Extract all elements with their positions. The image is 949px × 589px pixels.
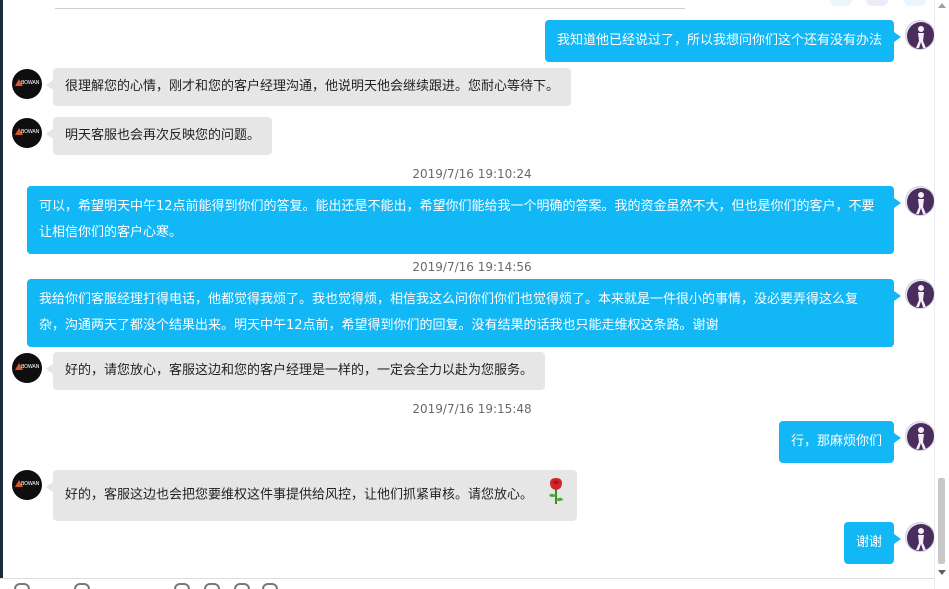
history-icon[interactable] — [262, 583, 278, 589]
outgoing-message[interactable]: 我知道他已经说过了，所以我想问你们这个还有没有办法 — [544, 20, 902, 62]
brand-text: BOWAN — [21, 80, 40, 86]
message-timestamp: 2019/7/16 19:10:24 — [412, 167, 532, 181]
emoji-icon[interactable] — [14, 583, 30, 589]
outgoing-message[interactable]: 可以，希望明天中午12点前能得到你们的答复。能出还是不能出，希望你们能给我一个明… — [27, 186, 901, 254]
person-silhouette-icon — [907, 423, 934, 450]
toolbar-icon-partial[interactable] — [904, 0, 926, 6]
agent-avatar[interactable]: BOWAN — [12, 470, 42, 500]
brand-text: BOWAN — [21, 481, 40, 487]
window-left-edge — [0, 0, 3, 589]
brand-text: BOWAN — [21, 364, 40, 370]
message-timestamp: 2019/7/16 19:14:56 — [412, 260, 532, 274]
image-icon[interactable] — [174, 583, 190, 589]
message-text: 好的，客服这边也会把您要维权这件事提供给风控，让他们抓紧审核。请您放心。 — [65, 487, 534, 503]
history-divider — [55, 8, 685, 9]
scroll-thumb[interactable] — [938, 478, 945, 564]
agent-avatar[interactable]: BOWAN — [12, 118, 42, 148]
incoming-message[interactable]: 好的，请您放心，客服这边和您的客户经理是一样的，一定会全力以赴为您服务。 — [45, 352, 546, 390]
person-silhouette-icon — [907, 281, 934, 308]
file-icon[interactable] — [204, 583, 220, 589]
chat-scrollbar[interactable] — [934, 0, 949, 589]
agent-avatar[interactable]: BOWAN — [12, 353, 42, 383]
outgoing-message[interactable]: 行，那麻烦你们 — [778, 421, 902, 463]
screenshot-icon[interactable] — [234, 583, 250, 589]
incoming-message[interactable]: 明天客服也会再次反映您的问题。 — [45, 117, 273, 155]
scroll-down-arrow-icon[interactable] — [938, 570, 946, 575]
toolbar-icon-partial[interactable] — [866, 0, 888, 6]
agent-avatar[interactable]: BOWAN — [12, 69, 42, 99]
input-toolbar — [0, 578, 935, 589]
outgoing-message[interactable]: 我给你们客服经理打得电话，他都觉得我烦了。我也觉得烦，相信我这么问你们你们也觉得… — [27, 279, 901, 347]
scroll-up-arrow-icon[interactable] — [938, 3, 946, 8]
message-timestamp: 2019/7/16 19:15:48 — [412, 402, 532, 416]
chat-history: 我知道他已经说过了，所以我想问你们这个还有没有办法 BOWAN 很理解您的心情，… — [0, 0, 949, 589]
user-avatar[interactable] — [905, 421, 935, 451]
person-silhouette-icon — [907, 22, 934, 49]
toolbar-icon-partial[interactable] — [830, 0, 852, 6]
user-avatar[interactable] — [905, 186, 935, 216]
user-avatar[interactable] — [905, 20, 935, 50]
user-avatar[interactable] — [905, 522, 935, 552]
incoming-message[interactable]: 好的，客服这边也会把您要维权这件事提供给风控，让他们抓紧审核。请您放心。 — [45, 470, 578, 521]
font-icon[interactable] — [74, 583, 90, 589]
incoming-message[interactable]: 很理解您的心情，刚才和您的客户经理沟通，他说明天他会继续跟进。您耐心等待下。 — [45, 68, 572, 106]
user-avatar[interactable] — [905, 279, 935, 309]
person-silhouette-icon — [907, 524, 934, 551]
rose-icon — [547, 477, 565, 513]
outgoing-message[interactable]: 谢谢 — [843, 522, 902, 564]
brand-text: BOWAN — [21, 129, 40, 135]
person-silhouette-icon — [907, 188, 934, 215]
